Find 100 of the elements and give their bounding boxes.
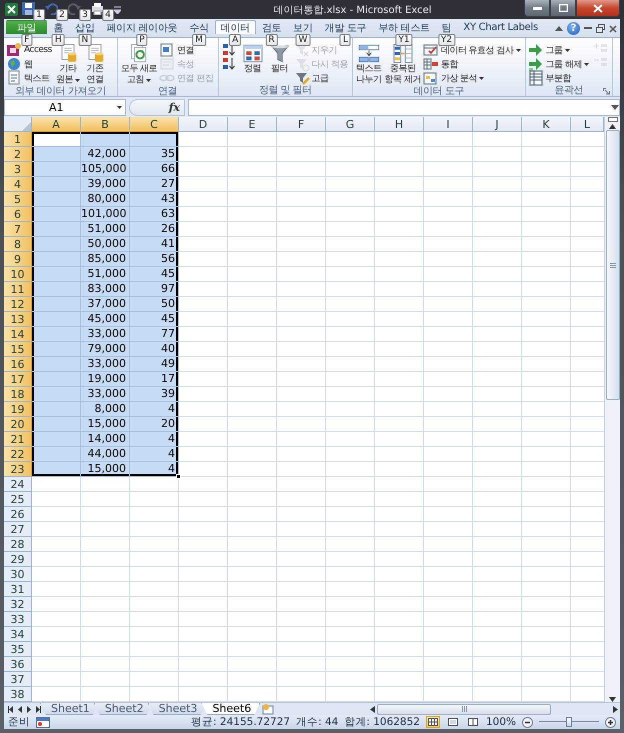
- row-header[interactable]: 5: [4, 192, 32, 207]
- row-header[interactable]: 27: [4, 522, 32, 537]
- row-header[interactable]: 30: [4, 567, 32, 582]
- zoom-level[interactable]: 100%: [486, 716, 516, 728]
- row-header[interactable]: 13: [4, 312, 32, 327]
- ribbon-button[interactable]: 기존 연결: [82, 43, 108, 86]
- table-cell[interactable]: 105,000: [81, 162, 130, 177]
- table-cell[interactable]: 20: [130, 417, 179, 432]
- row-header[interactable]: 7: [4, 222, 32, 237]
- table-cell[interactable]: 50,000: [81, 237, 130, 252]
- column-header[interactable]: D: [179, 117, 228, 132]
- row-header[interactable]: 36: [4, 657, 32, 672]
- ribbon-button[interactable]: 가상 분석: [422, 71, 523, 85]
- ribbon-tab[interactable]: 홈: [47, 20, 70, 34]
- column-header[interactable]: G: [326, 117, 375, 132]
- table-cell[interactable]: 33,000: [81, 357, 130, 372]
- ribbon-tab[interactable]: 페이지 레이아웃: [100, 20, 184, 34]
- ribbon-button[interactable]: Access: [6, 43, 54, 57]
- ribbon-button[interactable]: 중복된 항목 제거: [383, 43, 422, 86]
- ribbon-button[interactable]: 기타 원본: [54, 43, 81, 86]
- insert-function-button[interactable]: fx: [168, 101, 180, 114]
- row-header[interactable]: 23: [4, 462, 32, 477]
- ribbon-tab[interactable]: 팀: [436, 20, 458, 34]
- row-header[interactable]: 25: [4, 492, 32, 507]
- table-cell[interactable]: 4: [130, 462, 179, 477]
- row-header[interactable]: 38: [4, 687, 32, 702]
- ribbon-tab[interactable]: 삽입: [69, 20, 101, 34]
- row-header[interactable]: 11: [4, 282, 32, 297]
- table-cell[interactable]: 83,000: [81, 282, 130, 297]
- table-cell[interactable]: 45: [130, 312, 179, 327]
- table-cell[interactable]: 44,000: [81, 447, 130, 462]
- ribbon-tab[interactable]: XY Chart Labels: [457, 20, 544, 34]
- table-cell[interactable]: 49: [130, 357, 179, 372]
- table-cell[interactable]: 50: [130, 297, 179, 312]
- ribbon-button[interactable]: 텍스트 나누기: [354, 43, 382, 86]
- ribbon-button[interactable]: 텍스트: [6, 71, 54, 85]
- ribbon-button[interactable]: 웹: [6, 57, 54, 71]
- row-header[interactable]: 1: [4, 132, 32, 147]
- column-header[interactable]: K: [522, 117, 571, 132]
- row-header[interactable]: 10: [4, 267, 32, 282]
- table-cell[interactable]: 8,000: [81, 402, 130, 417]
- row-header[interactable]: 17: [4, 372, 32, 387]
- table-cell[interactable]: 33,000: [81, 327, 130, 342]
- row-header[interactable]: 15: [4, 342, 32, 357]
- table-cell[interactable]: 15,000: [81, 462, 130, 477]
- table-cell[interactable]: 77: [130, 327, 179, 342]
- row-header[interactable]: 28: [4, 537, 32, 552]
- table-cell[interactable]: 51,000: [81, 267, 130, 282]
- table-cell[interactable]: 41: [130, 237, 179, 252]
- table-cell[interactable]: 97: [130, 282, 179, 297]
- table-cell[interactable]: 26: [130, 222, 179, 237]
- ribbon-tab[interactable]: 보기: [287, 20, 319, 34]
- row-header[interactable]: 29: [4, 552, 32, 567]
- table-cell[interactable]: 15,000: [81, 417, 130, 432]
- table-cell[interactable]: 37,000: [81, 297, 130, 312]
- column-header[interactable]: C: [130, 117, 179, 132]
- row-header[interactable]: 19: [4, 402, 32, 417]
- ribbon-button[interactable]: 데이터 유효성 검사: [422, 43, 523, 57]
- row-header[interactable]: 16: [4, 357, 32, 372]
- ribbon-button[interactable]: 부분합: [528, 71, 591, 85]
- table-cell[interactable]: 43: [130, 192, 179, 207]
- table-cell[interactable]: 45: [130, 267, 179, 282]
- ribbon-button[interactable]: 그룹: [528, 43, 591, 57]
- column-header[interactable]: F: [277, 117, 326, 132]
- ribbon-tab[interactable]: 부하 테스트: [372, 20, 436, 34]
- ribbon-tab[interactable]: 수식: [183, 20, 215, 34]
- column-header[interactable]: E: [228, 117, 277, 132]
- row-header[interactable]: 6: [4, 207, 32, 222]
- ribbon-button[interactable]: 모두 새로 고침: [120, 43, 158, 86]
- table-cell[interactable]: 45,000: [81, 312, 130, 327]
- table-cell[interactable]: 39: [130, 387, 179, 402]
- table-cell[interactable]: 56: [130, 252, 179, 267]
- row-header[interactable]: 2: [4, 147, 32, 162]
- ribbon-button[interactable]: 연결: [159, 43, 216, 57]
- column-header[interactable]: A: [32, 117, 81, 132]
- row-header[interactable]: 34: [4, 627, 32, 642]
- ribbon-button[interactable]: 고급: [294, 71, 350, 85]
- table-cell[interactable]: 51,000: [81, 222, 130, 237]
- row-header[interactable]: 26: [4, 507, 32, 522]
- ribbon-button[interactable]: 그룹 해제: [528, 57, 591, 71]
- row-header[interactable]: 3: [4, 162, 32, 177]
- table-cell[interactable]: 4: [130, 447, 179, 462]
- row-header[interactable]: 12: [4, 297, 32, 312]
- ribbon-button[interactable]: 필터: [266, 43, 293, 85]
- row-header[interactable]: 4: [4, 177, 32, 192]
- column-header[interactable]: I: [424, 117, 473, 132]
- table-cell[interactable]: 80,000: [81, 192, 130, 207]
- table-cell[interactable]: 27: [130, 177, 179, 192]
- ribbon-button[interactable]: 통합: [422, 57, 523, 71]
- name-box[interactable]: A1: [4, 99, 126, 116]
- ribbon-button[interactable]: 정렬: [240, 43, 266, 85]
- ribbon-tab[interactable]: 검토: [256, 20, 288, 34]
- row-header[interactable]: 33: [4, 612, 32, 627]
- row-header[interactable]: 37: [4, 672, 32, 687]
- row-header[interactable]: 20: [4, 417, 32, 432]
- table-cell[interactable]: 33,000: [81, 387, 130, 402]
- ribbon-tab[interactable]: 개발 도구: [318, 20, 372, 34]
- column-header[interactable]: B: [81, 117, 130, 132]
- table-cell[interactable]: 19,000: [81, 372, 130, 387]
- table-cell[interactable]: 14,000: [81, 432, 130, 447]
